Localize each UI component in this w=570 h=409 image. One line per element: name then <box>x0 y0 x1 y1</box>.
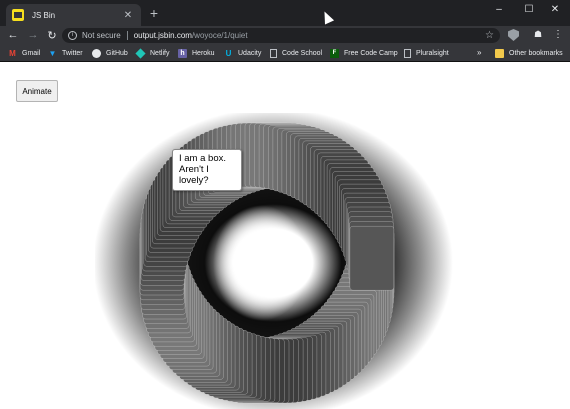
bookmark-pluralsight[interactable]: Pluralsight <box>404 47 449 59</box>
ring-stripe <box>349 225 395 291</box>
bookmark-twitter[interactable]: ▼ Twitter <box>48 47 83 59</box>
bookmark-heroku[interactable]: h Heroku <box>178 47 215 59</box>
forward-button[interactable]: → <box>25 27 41 43</box>
github-icon <box>92 48 101 58</box>
address-separator <box>126 31 128 40</box>
heroku-icon: h <box>178 48 187 58</box>
folder-icon <box>495 48 504 58</box>
title-bar: JS Bin ✕ + – ☐ ✕ <box>0 0 570 26</box>
udacity-icon: U <box>225 48 232 58</box>
bookmarks-overflow-icon[interactable]: » <box>477 48 481 57</box>
bookmark-gmail[interactable]: M Gmail <box>8 47 40 59</box>
shield-extension-icon[interactable] <box>508 29 519 41</box>
address-bar[interactable]: i Not secure output.jsbin.com/woyoce/1/q… <box>62 28 500 43</box>
page-icon <box>270 48 277 58</box>
jsbin-favicon-icon <box>12 9 24 21</box>
lovely-box: I am a box. Aren't I lovely? <box>172 149 242 191</box>
bookmark-github[interactable]: GitHub <box>92 47 128 59</box>
minimize-button[interactable]: – <box>484 0 514 18</box>
freecodecamp-icon: F <box>330 48 339 58</box>
bookmark-star-icon[interactable]: ☆ <box>485 30 494 41</box>
ring-hole <box>213 205 309 321</box>
url-path: /woyoce/1/quiet <box>191 31 248 40</box>
close-window-button[interactable]: ✕ <box>540 0 570 18</box>
tab-title: JS Bin <box>32 10 56 20</box>
security-label: Not secure <box>82 31 121 40</box>
browser-toolbar: ← → ↻ i Not secure output.jsbin.com/woyo… <box>0 26 570 44</box>
animate-button[interactable]: Animate <box>16 80 58 102</box>
reload-button[interactable]: ↻ <box>44 27 60 43</box>
bookmark-udacity[interactable]: U Udacity <box>224 47 262 59</box>
tab-close-icon[interactable]: ✕ <box>121 10 135 21</box>
back-button[interactable]: ← <box>5 27 21 43</box>
bookmark-netlify[interactable]: Netlify <box>135 47 169 59</box>
url-host: output.jsbin.com <box>133 31 192 40</box>
page-icon <box>404 48 411 58</box>
tab-jsbin[interactable]: JS Bin ✕ <box>6 4 141 26</box>
other-bookmarks[interactable]: Other bookmarks <box>495 47 563 59</box>
bookmarks-bar: M Gmail ▼ Twitter GitHub Netlify h Herok… <box>0 44 570 62</box>
profile-icon[interactable]: ☗ <box>532 29 544 41</box>
menu-icon[interactable]: ⋮ <box>553 28 563 42</box>
mouse-cursor-icon <box>319 9 335 25</box>
rotated-box-ring <box>95 113 453 409</box>
new-tab-button[interactable]: + <box>147 6 161 20</box>
netlify-icon <box>135 47 146 59</box>
gmail-icon: M <box>9 48 16 58</box>
page-content: Animate I am a box. Aren't I lovely? <box>0 63 570 409</box>
bookmark-free-code-camp[interactable]: F Free Code Camp <box>330 47 398 59</box>
twitter-icon: ▼ <box>48 48 57 58</box>
info-icon[interactable]: i <box>68 31 77 40</box>
url-text[interactable]: output.jsbin.com/woyoce/1/quiet <box>134 31 485 40</box>
bookmark-code-school[interactable]: Code School <box>270 47 322 59</box>
